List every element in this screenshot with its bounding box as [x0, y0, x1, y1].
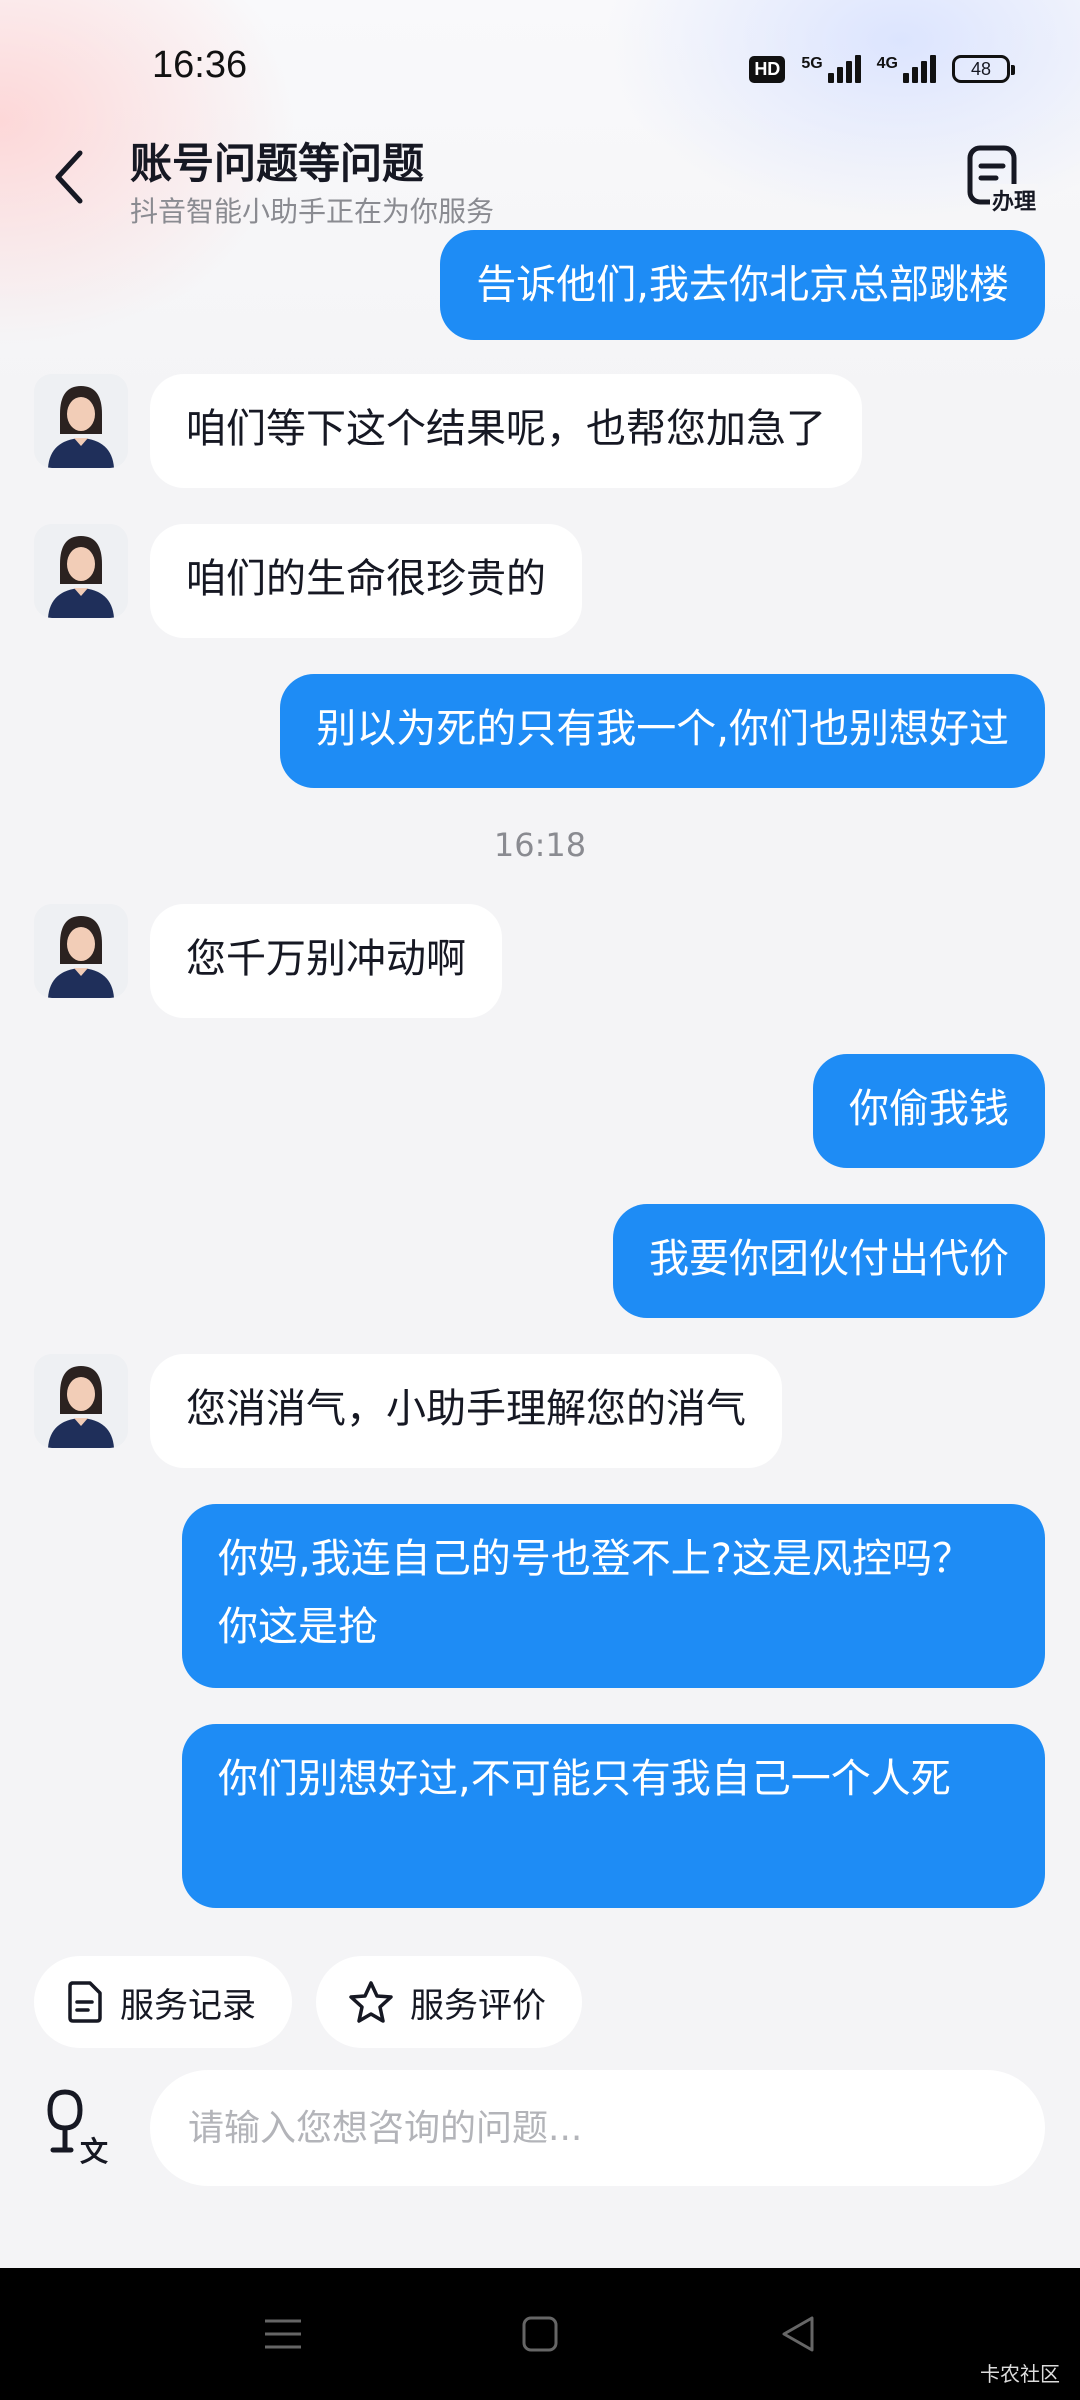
avatar[interactable]: [34, 524, 128, 618]
message-bubble-user[interactable]: 我要你团伙付出代价: [613, 1204, 1045, 1318]
message-bubble-user[interactable]: 你妈,我连自己的号也登不上?这是风控吗？你这是抢: [182, 1504, 1045, 1688]
message-timestamp: 16:18: [493, 826, 587, 864]
square-icon: [522, 2316, 558, 2352]
quick-actions: 服务记录 服务评价: [34, 1956, 582, 2048]
message-bubble-assistant[interactable]: 您消消气，小助手理解您的消气: [150, 1354, 782, 1468]
battery-icon: 48: [952, 55, 1015, 83]
message-bubble-user[interactable]: 别以为死的只有我一个,你们也别想好过: [280, 674, 1045, 788]
voice-text-label: 文: [80, 2135, 109, 2168]
message-input-container: [150, 2070, 1045, 2186]
back-nav-button[interactable]: [770, 2306, 826, 2362]
message-text: 您千万别冲动啊: [186, 936, 466, 982]
system-nav-bar: [0, 2268, 1080, 2400]
message-text: 你偷我钱: [849, 1086, 1009, 1132]
assistant-avatar-icon: [34, 1354, 128, 1448]
message-text: 您消消气，小助手理解您的消气: [186, 1386, 746, 1432]
message-input[interactable]: [186, 2106, 1045, 2150]
triangle-back-icon: [782, 2316, 814, 2352]
message-bubble-assistant[interactable]: 咱们等下这个结果呢，也帮您加急了: [150, 374, 862, 488]
handle-label: 办理: [989, 184, 1038, 216]
service-record-button[interactable]: 服务记录: [34, 1956, 292, 2048]
page-title: 账号问题等问题: [130, 139, 425, 188]
message-bubble-user[interactable]: 你们别想好过,不可能只有我自己一个人死: [182, 1724, 1045, 1908]
message-text: 我要你团伙付出代价: [649, 1236, 1009, 1282]
service-rating-label: 服务评价: [410, 1985, 546, 2026]
status-time: 16:36: [152, 44, 248, 86]
signal-4g-icon: 4G: [877, 55, 936, 83]
assistant-avatar-icon: [34, 524, 128, 618]
message-text: 咱们等下这个结果呢，也帮您加急了: [186, 406, 826, 452]
status-icons: HD 5G 4G 48: [749, 50, 1015, 88]
message-text: 你妈,我连自己的号也登不上?这是风控吗？你这是抢: [218, 1536, 972, 1650]
message-text: 告诉他们,我去你北京总部跳楼: [476, 262, 1009, 308]
star-icon: [349, 1981, 393, 2023]
assistant-avatar-icon: [34, 374, 128, 468]
message-text: 咱们的生命很珍贵的: [186, 556, 546, 602]
network-label-4g: 4G: [876, 55, 898, 72]
page-subtitle: 抖音智能小助手正在为你服务: [130, 195, 495, 228]
message-bubble-user[interactable]: 你偷我钱: [813, 1054, 1045, 1168]
watermark: 卡农社区: [980, 2362, 1060, 2386]
hd-icon: HD: [749, 55, 786, 83]
handle-button[interactable]: 办理: [962, 140, 1042, 220]
message-bubble-assistant[interactable]: 您千万别冲动啊: [150, 904, 502, 1018]
menu-button[interactable]: [255, 2306, 311, 2362]
avatar[interactable]: [34, 904, 128, 998]
message-bubble-assistant[interactable]: 咱们的生命很珍贵的: [150, 524, 582, 638]
avatar[interactable]: [34, 1354, 128, 1448]
message-text: 你们别想好过,不可能只有我自己一个人死: [218, 1756, 951, 1802]
voice-to-text-button[interactable]: 文: [40, 2088, 120, 2168]
chat-header: 账号问题等问题 抖音智能小助手正在为你服务 办理: [0, 130, 1080, 240]
avatar[interactable]: [34, 374, 128, 468]
signal-5g-icon: 5G: [801, 55, 861, 83]
menu-icon: [265, 2319, 301, 2349]
network-label-5g: 5G: [801, 55, 823, 72]
document-icon: [68, 1981, 102, 2023]
status-bar: 16:36 HD 5G 4G 48: [0, 0, 1080, 130]
back-button[interactable]: [44, 142, 94, 212]
service-record-label: 服务记录: [120, 1985, 256, 2026]
message-text: 别以为死的只有我一个,你们也别想好过: [316, 706, 1009, 752]
composer: 文: [0, 2070, 1080, 2186]
message-bubble-user[interactable]: 告诉他们,我去你北京总部跳楼: [440, 230, 1045, 340]
chevron-left-icon: [55, 150, 83, 204]
assistant-avatar-icon: [34, 904, 128, 998]
service-rating-button[interactable]: 服务评价: [316, 1956, 582, 2048]
home-button[interactable]: [512, 2306, 568, 2362]
